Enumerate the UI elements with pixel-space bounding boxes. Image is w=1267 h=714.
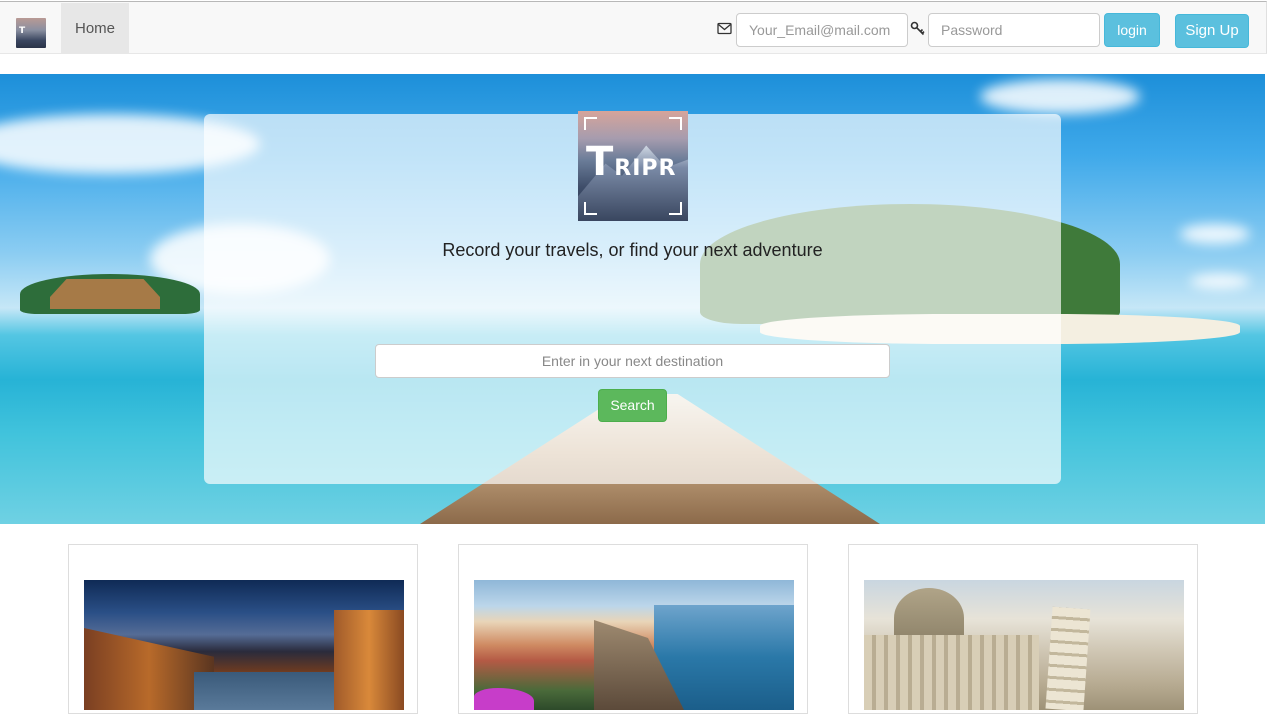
brand-logo-text: T [19,26,26,36]
venice-canal-photo[interactable] [84,580,404,710]
email-input[interactable] [736,13,908,47]
tripr-logo-wordmark: TRIPR [586,139,677,185]
envelope-icon [717,22,732,35]
tripr-logo: TRIPR [578,111,688,221]
frame-corner [584,202,597,215]
login-button[interactable]: login [1104,13,1160,47]
building-shape [334,610,404,710]
key-icon [910,21,925,36]
cloud-shape [1190,274,1250,289]
nav-home-link[interactable]: Home [61,3,129,54]
canal-water [194,672,354,710]
frame-corner [669,117,682,130]
search-button[interactable]: Search [598,389,667,422]
pisa-tower-photo[interactable] [864,580,1184,710]
hero-tagline: Record your travels, or find your next a… [442,240,823,260]
flowers-shape [474,688,534,710]
password-input[interactable] [928,13,1100,47]
hut-shape [50,279,160,309]
cloud-shape [1180,224,1250,244]
cathedral-shape [864,635,1039,710]
cloud-shape [980,79,1140,114]
leaning-tower-shape [1045,606,1091,710]
navbar: T Home login Sign Up [0,1,1267,54]
destination-card[interactable] [848,544,1198,714]
destination-card[interactable] [458,544,808,714]
brand-logo[interactable]: T [16,18,46,48]
destination-card[interactable] [68,544,418,714]
cinque-terre-photo[interactable] [474,580,794,710]
frame-corner [584,117,597,130]
destination-search-input[interactable] [375,344,890,378]
signup-button[interactable]: Sign Up [1175,14,1249,48]
frame-corner [669,202,682,215]
